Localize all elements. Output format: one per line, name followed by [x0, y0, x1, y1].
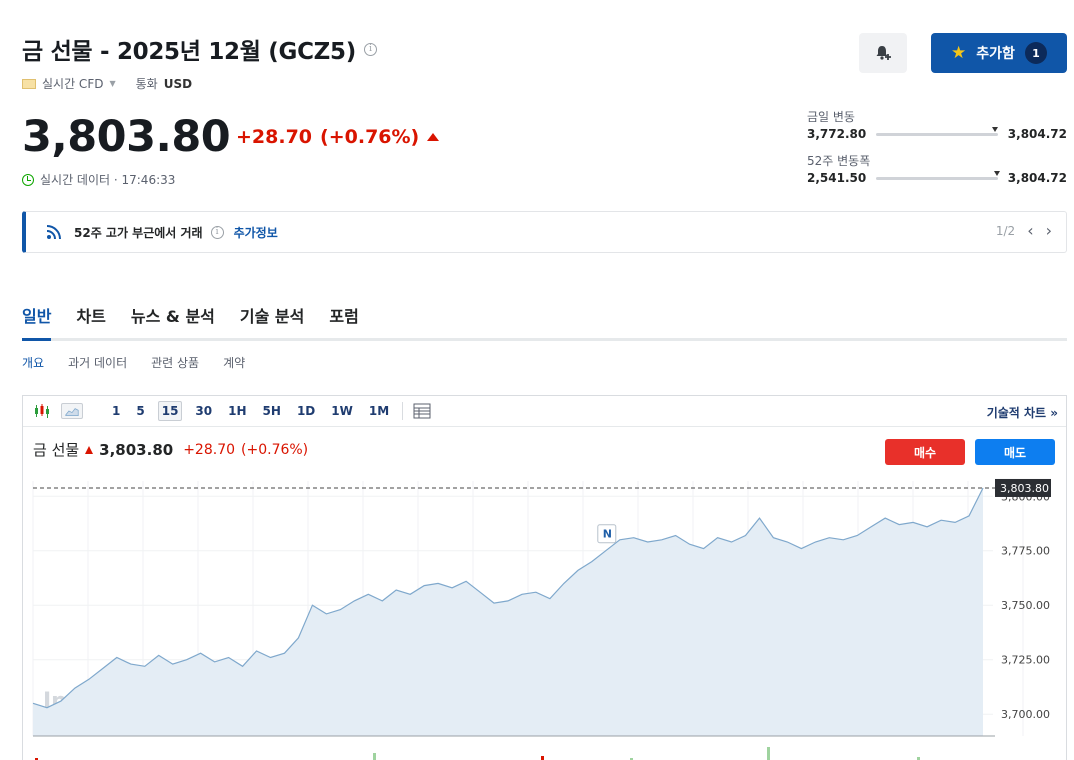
subtab-historical[interactable]: 과거 데이터: [68, 354, 127, 371]
currency-value: USD: [163, 76, 193, 91]
watchlist-add-button[interactable]: ★ 추가함 1: [931, 33, 1067, 73]
technical-chart-link[interactable]: 기술적 차트 »: [987, 404, 1058, 421]
week52-range-label: 52주 변동폭: [807, 154, 871, 168]
flag-icon: [22, 78, 36, 89]
realtime-cfd-selector[interactable]: 실시간 CFD: [42, 75, 103, 92]
alert-banner: 52주 고가 부근에서 거래 i 추가정보 1/2 ‹ ›: [22, 211, 1067, 253]
last-price: 3,803.80: [22, 112, 231, 162]
y-tick-label: 3,700.00: [1001, 708, 1050, 721]
interval-30[interactable]: 30: [192, 402, 215, 420]
interval-1h[interactable]: 1H: [225, 402, 249, 420]
star-icon: ★: [951, 43, 967, 63]
tab-forum[interactable]: 포럼: [329, 301, 358, 338]
chart-header: 금 선물 3,803.80 +28.70 (+0.76%): [33, 439, 308, 460]
watchlist-count-badge: 1: [1024, 42, 1047, 64]
toolbar-divider: [402, 402, 404, 420]
price-chart[interactable]: Investing.com 3,700.003,725.003,750.003,…: [23, 476, 1066, 760]
chevron-down-icon[interactable]: ▼: [109, 79, 115, 88]
y-tick-label: 3,750.00: [1001, 599, 1050, 612]
sub-tabs: 개요 과거 데이터 관련 상품 계약: [22, 354, 245, 371]
subtab-contract[interactable]: 계약: [223, 354, 245, 371]
interval-5h[interactable]: 5H: [260, 402, 284, 420]
info-icon[interactable]: i: [363, 42, 377, 56]
volume-bars: [35, 747, 920, 760]
interval-1d[interactable]: 1D: [294, 402, 318, 420]
candlestick-icon[interactable]: [33, 403, 51, 419]
price-change: +28.70 (+0.76%): [236, 126, 440, 148]
day-range-label: 금일 변동: [807, 110, 855, 124]
instrument-title: 금 선물 - 2025년 12월 (GCZ5) i: [22, 32, 377, 66]
area-chart-icon[interactable]: [61, 403, 83, 419]
alert-more-link[interactable]: 추가정보: [234, 224, 278, 241]
week52-range-bar: [876, 170, 1000, 180]
arrow-up-icon: [427, 133, 440, 141]
news-marker-label: N: [603, 528, 612, 541]
week52-range-low: 2,541.50: [807, 171, 867, 185]
chart-change: +28.70: [183, 441, 236, 458]
subtab-summary[interactable]: 개요: [22, 354, 44, 371]
y-tick-label: 3,775.00: [1001, 545, 1050, 558]
volume-bar: [373, 753, 376, 760]
title-text: 금 선물 - 2025년 12월 (GCZ5): [22, 39, 356, 65]
last-price-text: 3,803.80: [1000, 482, 1049, 495]
day-range-high: 3,804.72: [1007, 127, 1067, 141]
day-range-low: 3,772.80: [807, 127, 867, 141]
interval-1m[interactable]: 1M: [366, 402, 392, 420]
chart-widget: 1 5 15 30 1H 5H 1D 1W 1M 기술적 차트 » 금 선물 3…: [22, 395, 1067, 760]
last-price-label: 3,803.80: [995, 478, 1051, 497]
y-axis: 3,700.003,725.003,750.003,775.003,800.00: [1001, 490, 1050, 721]
chart-instrument-name: 금 선물: [33, 441, 80, 459]
day-range-bar: [876, 126, 999, 136]
interval-1w[interactable]: 1W: [328, 402, 356, 420]
interval-1[interactable]: 1: [109, 402, 123, 420]
arrow-up-icon: [85, 445, 94, 454]
tab-overview[interactable]: 일반: [22, 301, 52, 341]
chart-price: 3,803.80: [99, 440, 174, 459]
sell-button[interactable]: 매도: [975, 439, 1055, 465]
alert-pager: 1/2 ‹ ›: [995, 223, 1052, 239]
instrument-meta: 실시간 CFD ▼ 통화 USD: [22, 75, 192, 92]
y-tick-label: 3,725.00: [1001, 654, 1050, 667]
interval-15[interactable]: 15: [157, 401, 183, 421]
chart-change-percent: (+0.76%): [241, 441, 309, 458]
realtime-status: 실시간 데이터 · 17:46:33: [22, 171, 175, 188]
week52-range-high: 3,804.72: [1007, 171, 1067, 185]
buy-button[interactable]: 매수: [885, 439, 965, 465]
tab-chart[interactable]: 차트: [76, 301, 105, 338]
add-label: 추가함: [976, 46, 1015, 62]
chevron-left-icon[interactable]: ‹: [1027, 223, 1033, 239]
price-area: [33, 488, 983, 736]
pager-count: 1/2: [995, 224, 1016, 238]
main-tabs: 일반 차트 뉴스 & 분석 기술 분석 포럼: [22, 301, 1067, 341]
week52-range: 52주 변동폭 2,541.50 3,804.72: [807, 152, 1067, 185]
info-icon[interactable]: i: [210, 225, 224, 239]
volume-bar: [541, 756, 544, 760]
event-marker[interactable]: N: [597, 524, 617, 544]
subtab-related[interactable]: 관련 상품: [151, 354, 199, 371]
day-range: 금일 변동 3,772.80 3,804.72: [807, 108, 1067, 141]
tab-technical[interactable]: 기술 분석: [240, 301, 304, 338]
alert-text: 52주 고가 부근에서 거래: [74, 225, 203, 240]
alert-bell-button[interactable]: [859, 33, 907, 73]
chevron-right-icon[interactable]: ›: [1046, 223, 1052, 239]
chart-toolbar: 1 5 15 30 1H 5H 1D 1W 1M 기술적 차트 »: [23, 396, 1066, 427]
volume-bar: [767, 747, 770, 760]
tab-news[interactable]: 뉴스 & 분석: [131, 301, 215, 338]
table-icon[interactable]: [413, 403, 431, 419]
change-percent: (+0.76%): [320, 126, 420, 148]
change-value: +28.70: [236, 126, 313, 148]
currency-label: 통화: [135, 77, 158, 91]
day-range-marker: [992, 126, 999, 132]
rss-icon: [46, 225, 61, 240]
interval-5[interactable]: 5: [133, 402, 147, 420]
bell-plus-icon: [876, 46, 891, 60]
clock-icon: [22, 173, 34, 186]
week52-range-marker: [993, 170, 1000, 176]
realtime-text: 실시간 데이터 · 17:46:33: [40, 173, 176, 187]
